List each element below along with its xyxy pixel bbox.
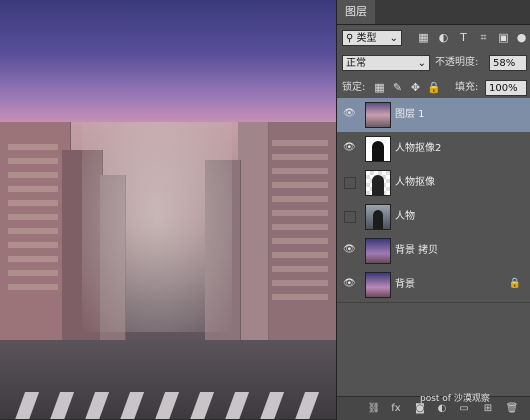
eye-icon[interactable]: 👁 <box>343 142 356 154</box>
watermark: post of 沙漠观察 <box>420 394 490 404</box>
layer-thumbnail <box>365 170 391 196</box>
layers-panel: 图层 ⚲ 类型 ⌄ ▦ ◐ T ⌗ ▣ ● 正常 ⌄ 不透明度: 58% 锁定:… <box>336 0 530 420</box>
filter-type-select[interactable]: ⚲ 类型 ⌄ <box>342 30 402 46</box>
person-overlay-ghost <box>82 122 232 332</box>
chevron-down-icon: ⌄ <box>417 58 426 69</box>
layer-name[interactable]: 人物抠像 <box>395 176 435 190</box>
layer-thumbnail <box>365 272 391 298</box>
opacity-input[interactable]: 58% <box>489 55 527 71</box>
group-icon[interactable]: ▭ <box>457 402 471 416</box>
fill-value: 100% <box>489 83 518 94</box>
search-icon: ⚲ <box>346 33 354 44</box>
layer-row[interactable]: 人物 <box>337 200 530 235</box>
layer-name[interactable]: 人物 <box>395 210 415 224</box>
type-filter-icon[interactable]: T <box>457 31 470 44</box>
link-icon[interactable]: ⛓ <box>367 402 381 416</box>
eye-icon[interactable]: 👁 <box>343 278 356 290</box>
layer-name[interactable]: 图层 1 <box>395 108 425 122</box>
tab-layers[interactable]: 图层 <box>337 0 375 24</box>
trash-icon[interactable]: 🗑 <box>505 402 519 416</box>
new-layer-icon[interactable]: ⊞ <box>481 402 495 416</box>
chevron-down-icon: ⌄ <box>389 33 398 44</box>
window-grid-right <box>272 140 328 300</box>
layer-thumbnail <box>365 102 391 128</box>
blend-row: 正常 ⌄ 不透明度: 58% <box>337 50 530 76</box>
layer-row[interactable]: 人物抠像 <box>337 166 530 201</box>
adjustment-icon[interactable]: ◐ <box>435 402 449 416</box>
lock-position-icon[interactable]: ✥ <box>409 81 422 94</box>
visibility-toggle[interactable] <box>344 177 356 189</box>
lock-label: 锁定: <box>342 82 366 93</box>
layer-thumbnail <box>365 204 391 230</box>
sky-gradient <box>0 0 336 122</box>
lock-pixels-icon[interactable]: ✎ <box>391 81 404 94</box>
document-canvas[interactable] <box>0 0 336 419</box>
blend-mode-select[interactable]: 正常 ⌄ <box>342 55 430 71</box>
layer-thumbnail <box>365 136 391 162</box>
layer-thumbnail <box>365 238 391 264</box>
eye-icon[interactable]: 👁 <box>343 244 356 256</box>
layer-row[interactable]: 👁 背景 拷贝 <box>337 234 530 269</box>
window-grid-left <box>8 140 58 290</box>
opacity-value: 58% <box>493 58 516 69</box>
blend-mode-value: 正常 <box>346 58 366 69</box>
smart-object-filter-icon[interactable]: ▣ <box>497 31 510 44</box>
layer-row[interactable]: 👁 图层 1 <box>337 98 530 133</box>
pixel-filter-icon[interactable]: ▦ <box>417 31 430 44</box>
lock-icon: 🔒 <box>508 278 521 289</box>
filter-row: ⚲ 类型 ⌄ ▦ ◐ T ⌗ ▣ ● <box>337 25 530 51</box>
lock-transparent-icon[interactable]: ▦ <box>373 81 386 94</box>
building-right-2 <box>238 122 269 347</box>
fx-icon[interactable]: fx <box>389 402 403 416</box>
adjustment-filter-icon[interactable]: ◐ <box>437 31 450 44</box>
layer-name[interactable]: 背景 拷贝 <box>395 244 438 258</box>
layer-name[interactable]: 背景 <box>395 278 415 292</box>
lock-all-icon[interactable]: 🔒 <box>427 81 441 94</box>
filter-toggle-icon[interactable]: ● <box>515 31 528 44</box>
opacity-label: 不透明度: <box>435 57 479 68</box>
visibility-toggle[interactable] <box>344 211 356 223</box>
mask-icon[interactable]: ◙ <box>413 402 427 416</box>
fill-label: 填充: <box>455 82 479 93</box>
shape-filter-icon[interactable]: ⌗ <box>477 31 490 44</box>
layer-name[interactable]: 人物抠像2 <box>395 142 441 156</box>
fill-input[interactable]: 100% <box>485 80 527 96</box>
layer-row[interactable]: 👁 人物抠像2 <box>337 132 530 167</box>
layer-row[interactable]: 👁 背景 🔒 <box>337 268 530 303</box>
panel-tab-bar: 图层 <box>337 0 530 25</box>
filter-type-label: 类型 <box>356 33 377 44</box>
eye-icon[interactable]: 👁 <box>343 108 356 120</box>
